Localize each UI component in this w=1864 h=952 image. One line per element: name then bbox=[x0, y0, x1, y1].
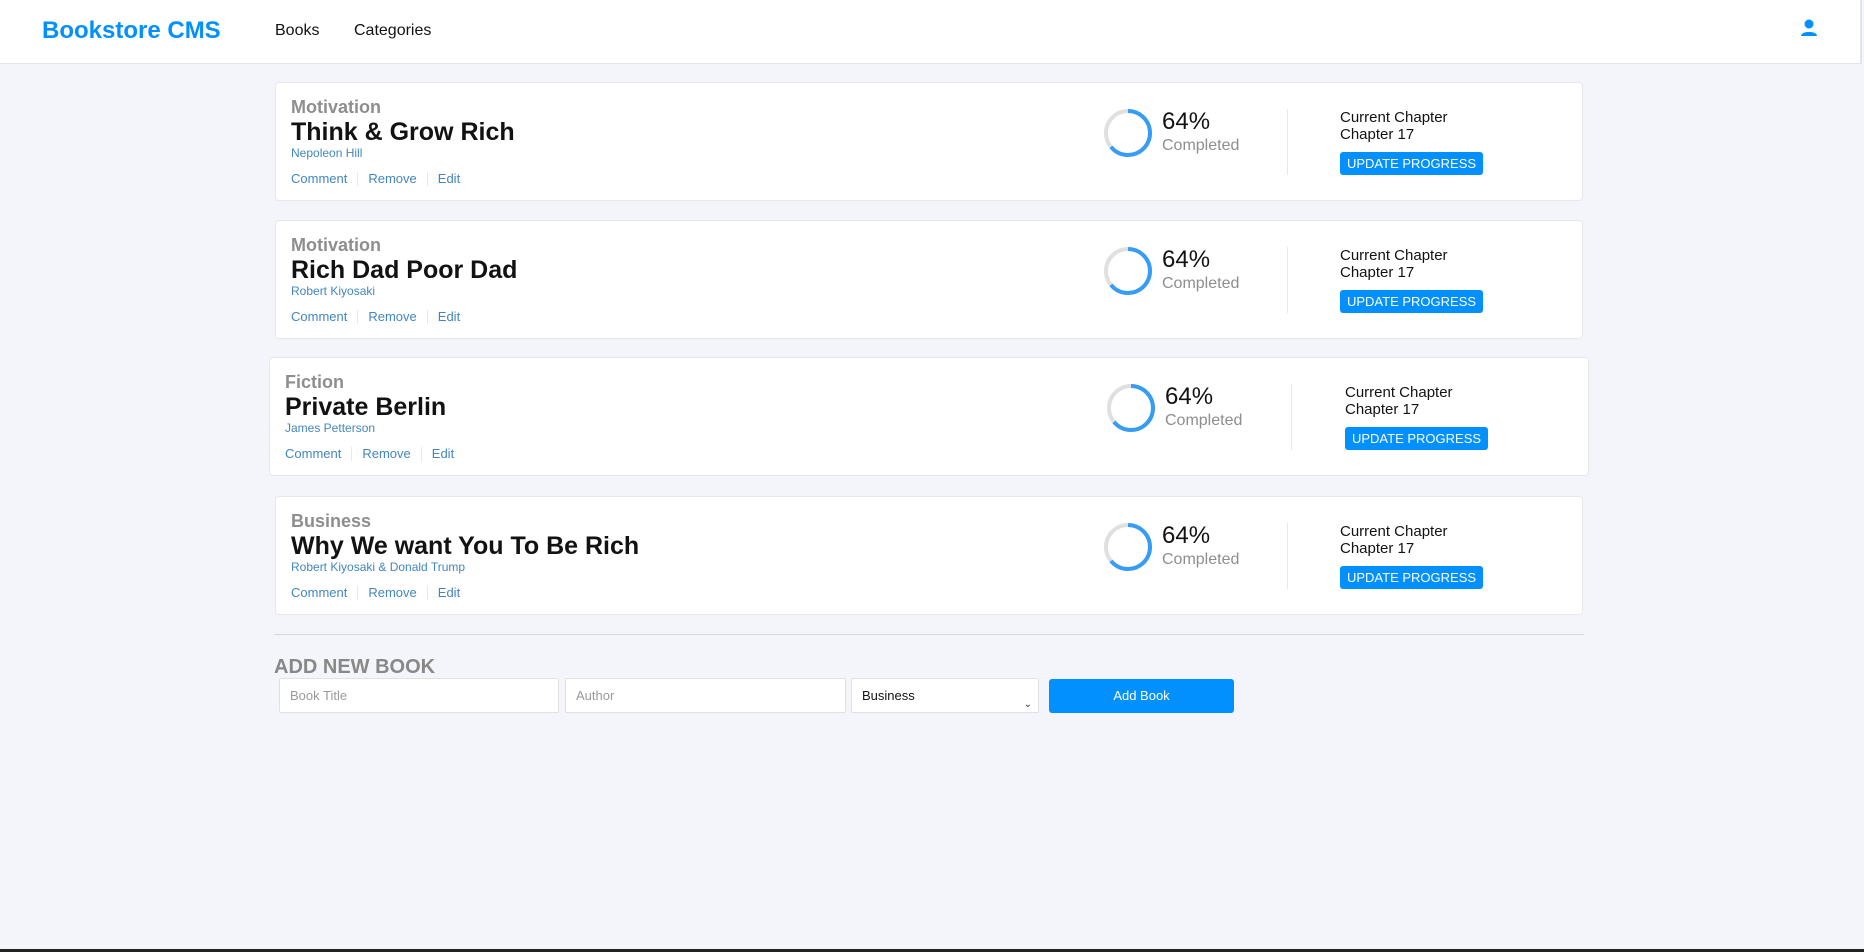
comment-button[interactable]: Comment bbox=[285, 446, 341, 461]
progress-ring bbox=[1104, 523, 1152, 571]
progress-percent: 64% bbox=[1165, 383, 1214, 410]
remove-button[interactable]: Remove bbox=[362, 446, 410, 461]
divider bbox=[426, 585, 428, 600]
vertical-divider bbox=[1287, 247, 1288, 313]
current-chapter-label: Current Chapter bbox=[1340, 109, 1448, 126]
add-book-button[interactable]: Add Book bbox=[1049, 679, 1234, 713]
brand-logo[interactable]: Bookstore CMS bbox=[42, 17, 221, 45]
nav-link-categories[interactable]: Categories bbox=[354, 22, 431, 40]
progress-label: Completed bbox=[1165, 412, 1243, 429]
book-actions: Comment Remove Edit bbox=[291, 585, 460, 600]
book-actions: Comment Remove Edit bbox=[285, 446, 454, 461]
divider bbox=[420, 446, 422, 461]
book-card: Motivation Think & Grow Rich Nepoleon Hi… bbox=[275, 82, 1583, 201]
comment-button[interactable]: Comment bbox=[291, 585, 347, 600]
book-title-placeholder: Book Title bbox=[290, 688, 348, 703]
book-title: Private Berlin bbox=[285, 393, 447, 421]
progress-percent: 64% bbox=[1162, 522, 1211, 549]
current-chapter-label: Current Chapter bbox=[1345, 384, 1453, 401]
section-divider bbox=[274, 634, 1584, 635]
current-chapter-value: Chapter 17 bbox=[1345, 401, 1420, 418]
author-placeholder: Author bbox=[576, 688, 615, 703]
author-input[interactable]: Author bbox=[565, 678, 846, 713]
edit-button[interactable]: Edit bbox=[438, 171, 460, 186]
remove-button[interactable]: Remove bbox=[368, 309, 416, 324]
book-actions: Comment Remove Edit bbox=[291, 309, 460, 324]
book-author[interactable]: James Petterson bbox=[285, 421, 375, 435]
update-progress-button[interactable]: UPDATE PROGRESS bbox=[1345, 427, 1488, 450]
book-genre: Business bbox=[291, 511, 372, 531]
book-author[interactable]: Nepoleon Hill bbox=[291, 146, 362, 160]
divider bbox=[357, 171, 359, 186]
divider bbox=[426, 309, 428, 324]
progress-percent: 64% bbox=[1162, 246, 1211, 273]
edit-button[interactable]: Edit bbox=[438, 585, 460, 600]
vertical-divider bbox=[1291, 384, 1292, 450]
divider bbox=[357, 309, 359, 324]
divider bbox=[426, 171, 428, 186]
book-title: Rich Dad Poor Dad bbox=[291, 256, 518, 284]
top-navbar: Bookstore CMS Books Categories bbox=[0, 0, 1862, 64]
book-title: Why We want You To Be Rich bbox=[291, 532, 640, 560]
category-selected-value: Business bbox=[862, 688, 915, 703]
book-genre: Motivation bbox=[291, 97, 381, 117]
nav-link-books[interactable]: Books bbox=[275, 22, 319, 40]
update-progress-button[interactable]: UPDATE PROGRESS bbox=[1340, 152, 1483, 175]
progress-label: Completed bbox=[1162, 551, 1240, 568]
divider bbox=[351, 446, 353, 461]
book-actions: Comment Remove Edit bbox=[291, 171, 460, 186]
comment-button[interactable]: Comment bbox=[291, 309, 347, 324]
edit-button[interactable]: Edit bbox=[438, 309, 460, 324]
book-author[interactable]: Robert Kiyosaki bbox=[291, 284, 375, 298]
update-progress-button[interactable]: UPDATE PROGRESS bbox=[1340, 290, 1483, 313]
chevron-down-icon: ⌄ bbox=[1023, 699, 1032, 710]
book-title: Think & Grow Rich bbox=[291, 118, 515, 146]
book-title-input[interactable]: Book Title bbox=[279, 678, 559, 713]
update-progress-button[interactable]: UPDATE PROGRESS bbox=[1340, 566, 1483, 589]
current-chapter-value: Chapter 17 bbox=[1340, 264, 1415, 281]
divider bbox=[357, 585, 359, 600]
remove-button[interactable]: Remove bbox=[368, 585, 416, 600]
current-chapter-value: Chapter 17 bbox=[1340, 126, 1415, 143]
book-card: Fiction Private Berlin James Petterson C… bbox=[269, 357, 1589, 476]
comment-button[interactable]: Comment bbox=[291, 171, 347, 186]
current-chapter-value: Chapter 17 bbox=[1340, 540, 1415, 557]
progress-ring bbox=[1104, 109, 1152, 157]
vertical-divider bbox=[1287, 523, 1288, 589]
book-card: Business Why We want You To Be Rich Robe… bbox=[275, 496, 1583, 615]
edit-button[interactable]: Edit bbox=[432, 446, 454, 461]
remove-button[interactable]: Remove bbox=[368, 171, 416, 186]
progress-ring bbox=[1104, 247, 1152, 295]
book-author[interactable]: Robert Kiyosaki & Donald Trump bbox=[291, 560, 465, 574]
add-book-heading: ADD NEW BOOK bbox=[274, 656, 436, 678]
vertical-divider bbox=[1287, 109, 1288, 175]
book-genre: Fiction bbox=[285, 372, 344, 392]
user-icon[interactable] bbox=[1798, 17, 1820, 39]
category-select[interactable]: Business ⌄ bbox=[851, 678, 1039, 713]
progress-percent: 64% bbox=[1162, 108, 1211, 135]
current-chapter-label: Current Chapter bbox=[1340, 247, 1448, 264]
progress-label: Completed bbox=[1162, 275, 1240, 292]
book-genre: Motivation bbox=[291, 235, 381, 255]
book-card: Motivation Rich Dad Poor Dad Robert Kiyo… bbox=[275, 220, 1583, 339]
progress-label: Completed bbox=[1162, 137, 1240, 154]
current-chapter-label: Current Chapter bbox=[1340, 523, 1448, 540]
progress-ring bbox=[1107, 384, 1155, 432]
